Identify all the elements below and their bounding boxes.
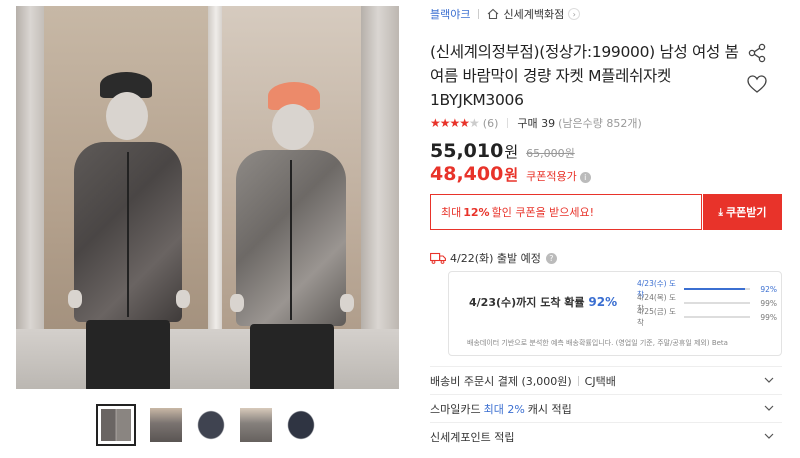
mannequin-head bbox=[106, 92, 148, 140]
breadcrumb-separator bbox=[478, 9, 480, 19]
get-coupon-button[interactable]: ⤓ 쿠폰받기 bbox=[703, 194, 782, 230]
thumbnail-3[interactable] bbox=[191, 404, 231, 446]
pants bbox=[86, 320, 170, 389]
coupon-text-pre: 최대 bbox=[441, 206, 462, 219]
get-coupon-label: 쿠폰받기 bbox=[725, 206, 767, 219]
sale-price-value: 55,010 bbox=[430, 140, 504, 162]
chevron-down-icon[interactable] bbox=[764, 375, 774, 385]
card-rate: 최대 2% bbox=[483, 402, 525, 416]
coupon-percent: 12% bbox=[463, 205, 490, 219]
pants bbox=[250, 324, 334, 389]
thumbnail-2[interactable] bbox=[146, 404, 186, 446]
card-name: 스마일카드 bbox=[430, 402, 481, 416]
delivery-prediction-box: 4/23(수)까지 도착 확률 92% 4/23(수) 도착 92% 4/24(… bbox=[448, 271, 782, 356]
share-icon[interactable] bbox=[746, 42, 768, 64]
home-icon bbox=[488, 8, 499, 20]
purchase-count: 구매 39 bbox=[517, 117, 556, 130]
carrier-name: CJ택배 bbox=[584, 374, 616, 388]
shipping-date: 4/22(화) 출발 예정 ? bbox=[430, 250, 557, 266]
remaining-stock: (남은수량 852개) bbox=[558, 117, 642, 130]
probability-bar bbox=[683, 316, 751, 318]
chevron-right-icon[interactable]: › bbox=[568, 8, 581, 20]
probability-rows: 4/23(수) 도착 92% 4/24(목) 도착 99% 4/25(금) 도착… bbox=[637, 279, 777, 327]
product-info-panel: 블랙야크 신세계백화점 › (신세계의정부점)(정상가:199000) 남성 여… bbox=[420, 0, 790, 458]
points-row[interactable]: 신세계포인트 적립 bbox=[430, 422, 782, 450]
zipper bbox=[127, 152, 129, 317]
arrival-date-text: 4/23(수)까지 도착 확률 bbox=[469, 296, 585, 309]
hand bbox=[68, 290, 82, 308]
probability-row-value: 99% bbox=[760, 298, 777, 308]
mannequin-right bbox=[230, 82, 354, 389]
coupon-price-label: 쿠폰적용가 bbox=[526, 170, 577, 183]
chevron-down-icon[interactable] bbox=[764, 403, 774, 413]
star-rating: ★★★★★ bbox=[430, 116, 480, 130]
divider bbox=[507, 118, 509, 128]
heart-icon[interactable] bbox=[746, 73, 768, 95]
sale-price-unit: 원 bbox=[504, 143, 519, 161]
download-icon: ⤓ bbox=[718, 206, 723, 218]
breadcrumb-brand-link[interactable]: 블랙야크 bbox=[430, 6, 470, 22]
coupon-text-post: 할인 쿠폰을 받으세요! bbox=[491, 206, 595, 219]
original-price: 65,000원 bbox=[526, 147, 575, 160]
info-icon[interactable]: ? bbox=[545, 252, 557, 264]
hand bbox=[230, 294, 244, 312]
arrival-probability-headline: 4/23(수)까지 도착 확률 92% bbox=[469, 294, 617, 310]
coupon-price-unit: 원 bbox=[504, 166, 519, 184]
chevron-down-icon[interactable] bbox=[764, 431, 774, 441]
probability-row-label: 4/25(금) 도착 bbox=[637, 307, 676, 327]
zipper bbox=[290, 160, 292, 320]
main-product-image[interactable] bbox=[16, 6, 399, 389]
coupon-banner[interactable]: 최대 12% 할인 쿠폰을 받으세요! bbox=[430, 194, 702, 230]
shipping-fee-row[interactable]: 배송비 주문시 결제 (3,000원) CJ택배 bbox=[430, 366, 782, 394]
rating-row: ★★★★★ (6) 구매 39 (남은수량 852개) bbox=[430, 115, 642, 131]
smile-card-row[interactable]: 스마일카드 최대 2% 캐시 적립 bbox=[430, 394, 782, 422]
breadcrumb: 블랙야크 신세계백화점 › bbox=[430, 6, 581, 22]
breadcrumb-store-link[interactable]: 신세계백화점 bbox=[503, 6, 564, 22]
thumbnail-4[interactable] bbox=[236, 404, 276, 446]
probability-row-value: 92% bbox=[760, 284, 777, 294]
truck-icon bbox=[430, 252, 446, 264]
info-icon[interactable]: i bbox=[579, 172, 591, 183]
probability-bar bbox=[683, 288, 751, 290]
thumbnail-1[interactable] bbox=[96, 404, 136, 446]
probability-row: 4/25(금) 도착 99% bbox=[637, 307, 777, 327]
hand bbox=[340, 294, 354, 312]
card-benefit: 캐시 적립 bbox=[527, 402, 572, 416]
probability-bar bbox=[683, 302, 751, 304]
product-title: (신세계의정부점)(정상가:199000) 남성 여성 봄여름 바람막이 경량 … bbox=[430, 43, 739, 109]
thumbnail-5[interactable] bbox=[281, 404, 321, 446]
divider bbox=[577, 375, 579, 386]
coupon-price: 48,400 원 쿠폰적용가 i bbox=[430, 163, 591, 185]
review-count[interactable]: (6) bbox=[483, 117, 499, 130]
probability-row-value: 99% bbox=[760, 312, 777, 322]
sale-price: 55,010 원 65,000원 bbox=[430, 140, 575, 162]
departure-text: 4/22(화) 출발 예정 bbox=[450, 252, 541, 265]
mannequin-head bbox=[272, 104, 314, 150]
prediction-footnote: 배송데이터 기반으로 분석한 예측 배송확률입니다. (영업일 기준, 주말/공… bbox=[467, 339, 728, 347]
arrival-probability: 92% bbox=[588, 295, 618, 309]
points-text: 신세계포인트 적립 bbox=[430, 430, 515, 444]
shipping-fee-text: 배송비 주문시 결제 (3,000원) bbox=[430, 374, 572, 388]
mannequin-left bbox=[68, 72, 190, 389]
thumbnail-strip bbox=[96, 404, 326, 446]
coupon-price-value: 48,400 bbox=[430, 163, 504, 185]
hand bbox=[176, 290, 190, 308]
